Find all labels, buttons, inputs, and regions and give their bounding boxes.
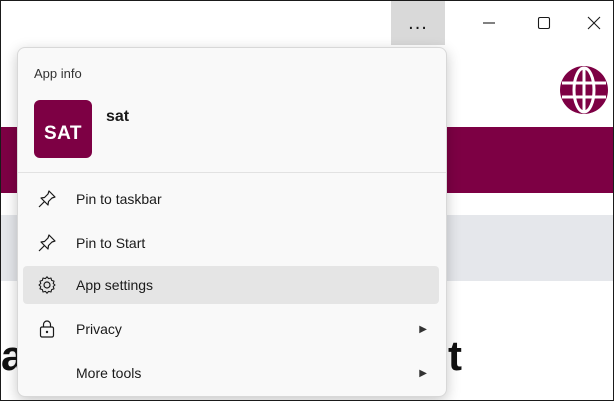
menu-item-app-settings[interactable]: App settings: [23, 266, 439, 304]
app-logo-text: SAT: [43, 123, 83, 144]
gear-icon: [38, 276, 56, 294]
more-options-label: ...: [408, 11, 428, 34]
pin-icon: [38, 190, 56, 208]
menu-item-label: Pin to taskbar: [76, 191, 162, 207]
app-name: sat: [106, 108, 130, 125]
close-icon: [587, 16, 601, 30]
menu-item-pin-to-taskbar[interactable]: Pin to taskbar: [23, 180, 439, 218]
more-options-button[interactable]: ...: [391, 1, 445, 45]
menu-item-label: App settings: [76, 277, 154, 293]
app-info-menu: App info SAT sat Pin to taskbar Pin to S…: [17, 47, 447, 397]
menu-divider: [18, 172, 446, 173]
menu-item-label: Pin to Start: [76, 235, 146, 251]
menu-item-label: Privacy: [76, 321, 122, 337]
submenu-arrow-icon: ▶: [419, 367, 427, 379]
menu-item-privacy[interactable]: Privacy ▶: [23, 310, 439, 348]
pin-icon: [38, 234, 56, 252]
menu-header: App info: [34, 66, 82, 81]
app-logo: SAT: [34, 100, 92, 158]
menu-item-pin-to-start[interactable]: Pin to Start: [23, 224, 439, 262]
globe-icon[interactable]: [557, 63, 611, 117]
page-heading-fragment-right: t: [448, 332, 462, 379]
minimize-button[interactable]: [469, 1, 509, 45]
app-window: ... a t App info SAT sat Pin to taskbar …: [0, 0, 614, 401]
maximize-icon: [537, 16, 551, 30]
close-button[interactable]: [573, 1, 613, 45]
menu-item-label: More tools: [76, 365, 142, 381]
menu-item-more-tools[interactable]: More tools ▶: [23, 354, 439, 392]
submenu-arrow-icon: ▶: [419, 323, 427, 335]
minimize-icon: [483, 22, 495, 24]
maximize-button[interactable]: [521, 1, 567, 45]
lock-icon: [39, 320, 55, 338]
